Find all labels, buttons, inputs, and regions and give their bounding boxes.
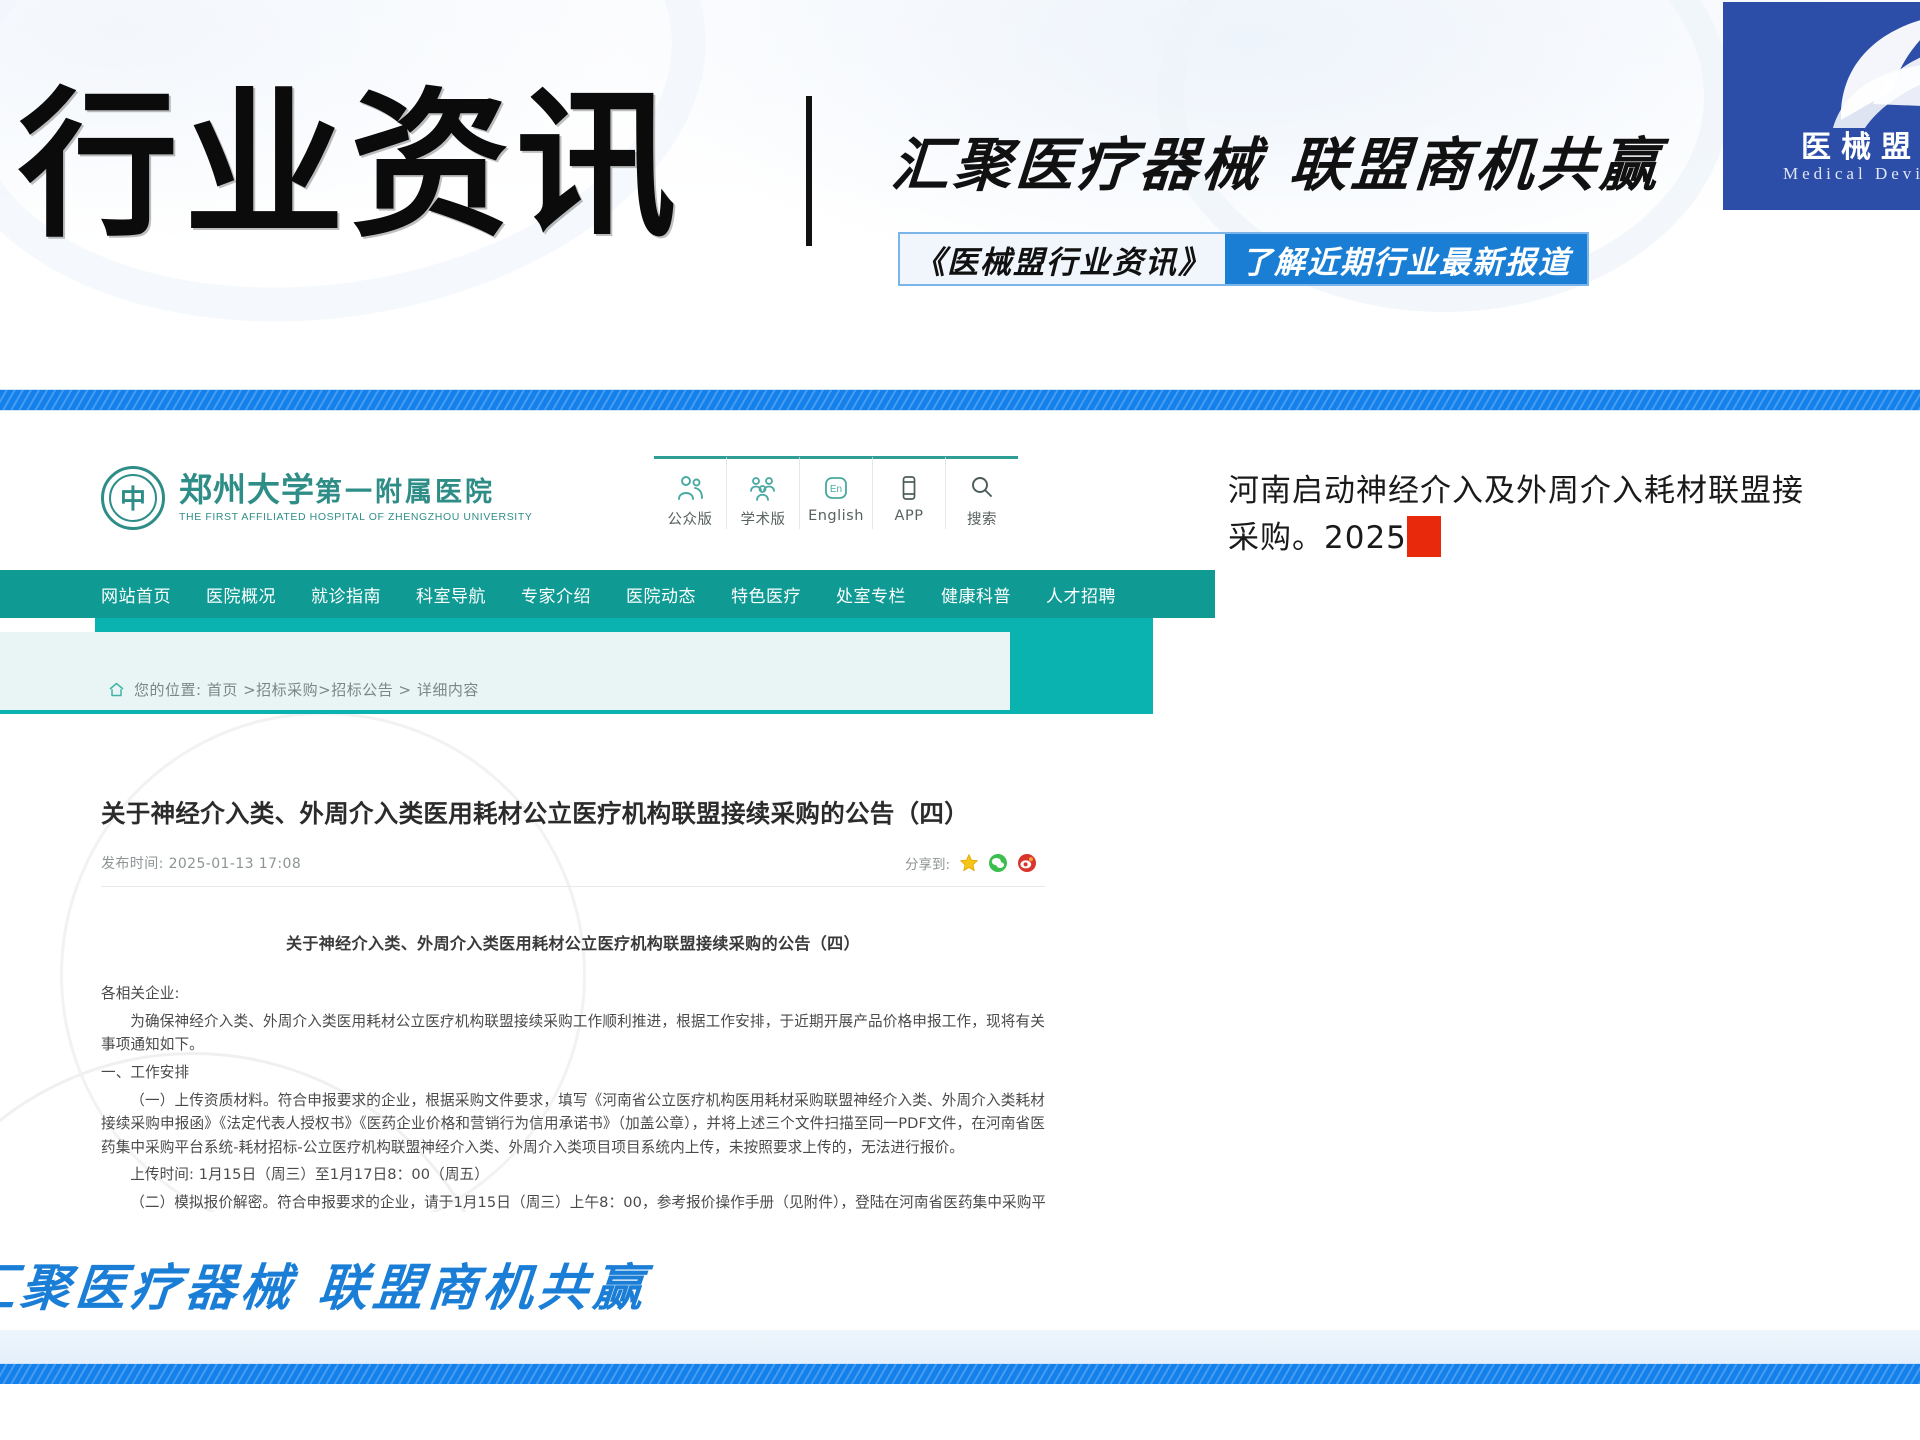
icon-nav-label: 学术版	[740, 512, 786, 528]
document-heading: 关于神经介入类、外周介入类医用耗材公立医疗机构联盟接续采购的公告（四）	[285, 934, 860, 953]
footer-band	[0, 1330, 1920, 1364]
caption-line-2: 采购。2025	[1228, 515, 1920, 562]
icon-nav-label: APP	[894, 508, 924, 524]
mobile-icon	[873, 471, 945, 505]
share-bar: 分享到:	[905, 852, 1045, 874]
hospital-name-cn-sub: 第一附属医院	[315, 476, 495, 508]
nav-item-experts[interactable]: 专家介绍	[521, 582, 591, 607]
icon-nav-item-public[interactable]: 公众版	[654, 456, 727, 529]
article-publish-time: 发布时间: 2025-01-13 17:08	[101, 856, 302, 872]
caption-line-1: 河南启动神经介入及外周介入耗材联盟接	[1228, 473, 1804, 509]
group-icon	[727, 471, 799, 505]
brand-logo: 医械盟 Medical Device	[1723, 2, 1920, 210]
top-banner: 行业资讯 汇聚医疗器械 联盟商机共赢 《医械盟行业资讯》 了解近期行业最新报道 医…	[0, 0, 1920, 390]
divider-stripe-bottom	[0, 1364, 1920, 1384]
hospital-name-block: 郑州大学第一附属医院 THE FIRST AFFILIATED HOSPITAL…	[179, 469, 533, 524]
article-divider	[101, 886, 1045, 887]
icon-nav-label: English	[808, 508, 864, 524]
icon-nav: 公众版 学术版 En English APP 搜索	[654, 456, 1018, 529]
hospital-logo[interactable]: 郑州大学第一附属医院 THE FIRST AFFILIATED HOSPITAL…	[101, 466, 532, 530]
doc-paragraph: 各相关企业:	[101, 985, 180, 1002]
nav-item-overview[interactable]: 医院概况	[206, 582, 276, 607]
breadcrumb-notch	[0, 618, 95, 632]
doc-paragraph: 为确保神经介入类、外周介入类医用耗材公立医疗机构联盟接续采购工作顺利推进，根据工…	[101, 1012, 1045, 1054]
banner-slogan-right: 联盟商机共赢	[1287, 131, 1665, 199]
doc-paragraph: 上传时间: 1月15日（周三）至1月17日8：00（周五）	[130, 1166, 489, 1184]
doc-paragraph: （二）模拟报价解密。符合申报要求的企业，请于1月15日（周三）上午8：00，参考…	[130, 1194, 1045, 1212]
icon-nav-label: 公众版	[667, 512, 713, 528]
wechat-icon[interactable]	[987, 852, 1009, 874]
footer-slogan: 汇聚医疗器械 联盟商机共赢	[0, 1258, 651, 1317]
article-body: 关于神经介入类、外周介入类医用耗材公立医疗机构联盟接续采购的公告（四） 各相关企…	[101, 930, 1045, 1219]
icon-nav-item-app[interactable]: APP	[873, 456, 946, 529]
main-nav: 网站首页 医院概况 就诊指南 科室导航 专家介绍 医院动态 特色医疗 处室专栏 …	[0, 570, 1215, 618]
divider-stripe-top	[0, 390, 1920, 410]
svg-text:En: En	[830, 484, 842, 495]
brand-wing-icon	[1833, 20, 1920, 128]
people-icon	[654, 471, 726, 505]
breadcrumb: 您的位置: 首页 >招标采购>招标公告 > 详细内容	[108, 679, 479, 700]
brand-logo-cn: 医械盟	[1801, 130, 1920, 165]
banner-title: 行业资讯	[18, 72, 683, 259]
brand-logo-en: Medical Device	[1783, 164, 1920, 183]
nav-item-recruitment[interactable]: 人才招聘	[1046, 582, 1116, 607]
nav-item-home[interactable]: 网站首页	[101, 582, 171, 607]
nav-item-news[interactable]: 医院动态	[626, 582, 696, 607]
nav-item-departments[interactable]: 科室导航	[416, 582, 486, 607]
caption-text: 河南启动神经介入及外周介入耗材联盟接 采购。2025	[1228, 468, 1920, 561]
icon-nav-label: 搜索	[967, 512, 997, 528]
banner-slogan: 汇聚医疗器械 联盟商机共赢	[889, 118, 1665, 202]
caption-line-2-text: 采购。2025	[1228, 519, 1407, 556]
page-bottom-area	[0, 1384, 1920, 1440]
doc-paragraph: （一）上传资质材料。符合申报要求的企业，根据采购文件要求，填写《河南省公立医疗机…	[101, 1091, 1045, 1156]
weibo-icon[interactable]	[1016, 852, 1038, 874]
nav-item-guide[interactable]: 就诊指南	[311, 582, 381, 607]
nav-item-health[interactable]: 健康科普	[941, 582, 1011, 607]
banner-subbar: 《医械盟行业资讯》 了解近期行业最新报道	[898, 232, 1589, 286]
home-icon[interactable]	[108, 681, 125, 698]
hospital-name-cn-main: 郑州大学	[179, 469, 315, 509]
hospital-name-cn: 郑州大学第一附属医院	[179, 469, 532, 509]
search-icon	[946, 471, 1018, 505]
banner-slogan-left: 汇聚医疗器械	[889, 131, 1267, 199]
icon-nav-item-search[interactable]: 搜索	[946, 456, 1018, 529]
nav-item-specialty[interactable]: 特色医疗	[731, 582, 801, 607]
hospital-name-en: THE FIRST AFFILIATED HOSPITAL OF ZHENGZH…	[179, 511, 533, 524]
hospital-seal-icon	[101, 466, 165, 530]
icon-nav-item-academic[interactable]: 学术版	[727, 456, 800, 529]
banner-subbar-tagline: 了解近期行业最新报道	[1225, 234, 1587, 284]
en-badge-icon: En	[800, 471, 872, 505]
article-title: 关于神经介入类、外周介入类医用耗材公立医疗机构联盟接续采购的公告（四）	[101, 799, 969, 828]
breadcrumb-text: 您的位置: 首页 >招标采购>招标公告 > 详细内容	[134, 681, 479, 699]
text-cursor-block	[1406, 515, 1441, 557]
favorite-star-icon[interactable]	[958, 852, 980, 874]
banner-vertical-divider	[806, 96, 812, 246]
banner-subbar-title: 《医械盟行业资讯》	[900, 234, 1225, 284]
share-label: 分享到:	[905, 857, 951, 873]
doc-paragraph: 一、工作安排	[101, 1063, 190, 1081]
nav-item-offices[interactable]: 处室专栏	[836, 582, 906, 607]
icon-nav-item-english[interactable]: En English	[800, 456, 873, 529]
